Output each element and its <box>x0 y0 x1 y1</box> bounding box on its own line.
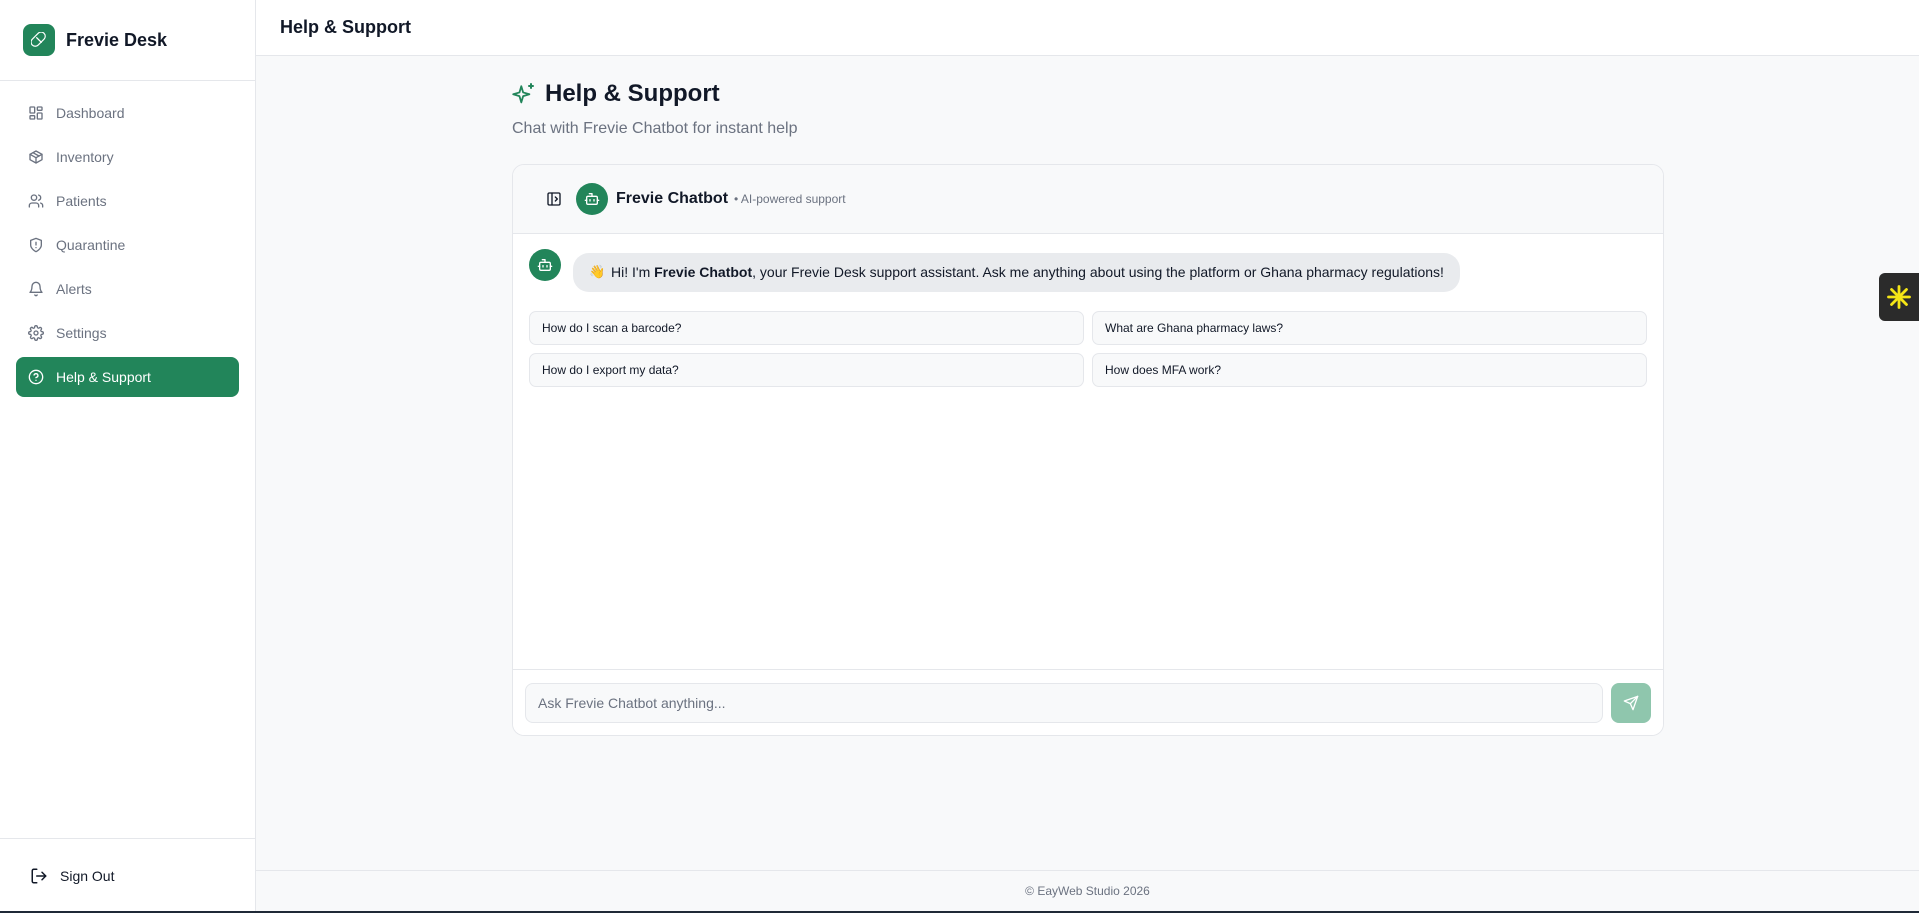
floating-widget-button[interactable] <box>1879 273 1919 321</box>
page-title: Help & Support <box>545 80 720 107</box>
log-out-icon <box>31 868 47 884</box>
message-text-start: Hi! I'm <box>611 264 655 280</box>
sidebar-nav: Dashboard Inventory Patients Quarantine … <box>0 81 255 413</box>
sidebar-item-settings[interactable]: Settings <box>16 313 239 353</box>
panel-toggle-icon[interactable] <box>545 190 563 208</box>
sidebar-item-quarantine[interactable]: Quarantine <box>16 225 239 265</box>
suggestion-button[interactable]: How do I export my data? <box>529 353 1084 387</box>
brand-name: Frevie Desk <box>66 29 168 50</box>
send-icon <box>1623 695 1639 710</box>
sign-out-button[interactable]: Sign Out <box>0 838 255 913</box>
footer-text: © EayWeb Studio 2026 <box>1025 884 1150 898</box>
sidebar: Frevie Desk Dashboard Inventory Patients… <box>0 0 256 913</box>
chat-header: Frevie Chatbot • AI-powered support <box>513 165 1663 234</box>
grid-icon <box>29 106 43 120</box>
pill-icon <box>23 24 55 56</box>
sidebar-item-inventory[interactable]: Inventory <box>16 137 239 177</box>
sidebar-item-label: Dashboard <box>56 105 125 121</box>
bot-message: 👋 Hi! I'm Frevie Chatbot , your Frevie D… <box>513 234 1663 292</box>
help-circle-icon <box>28 369 44 385</box>
message-bubble: 👋 Hi! I'm Frevie Chatbot , your Frevie D… <box>573 253 1460 292</box>
sidebar-item-label: Help & Support <box>56 369 151 385</box>
sign-out-label: Sign Out <box>60 868 115 884</box>
page-heading: Help & Support <box>512 80 1664 108</box>
bot-icon <box>584 193 600 205</box>
bot-avatar <box>529 249 561 281</box>
bell-icon <box>29 281 43 297</box>
sidebar-item-dashboard[interactable]: Dashboard <box>16 93 239 133</box>
suggestion-button[interactable]: How does MFA work? <box>1092 353 1647 387</box>
users-icon <box>28 194 44 208</box>
send-button[interactable] <box>1611 682 1651 723</box>
footer: © EayWeb Studio 2026 <box>256 870 1919 911</box>
sparkles-icon <box>512 83 534 104</box>
suggestion-button[interactable]: What are Ghana pharmacy laws? <box>1092 311 1647 345</box>
gear-icon <box>28 325 44 341</box>
main-content: Help & Support Chat with Frevie Chatbot … <box>512 80 1664 736</box>
shield-alert-icon <box>30 237 42 253</box>
brand[interactable]: Frevie Desk <box>0 0 255 81</box>
suggestion-button[interactable]: How do I scan a barcode? <box>529 311 1084 345</box>
package-icon <box>29 150 43 164</box>
sidebar-item-label: Patients <box>56 193 107 209</box>
suggestion-list: How do I scan a barcode? What are Ghana … <box>513 292 1663 387</box>
top-header: Help & Support <box>256 0 1919 56</box>
sidebar-item-patients[interactable]: Patients <box>16 181 239 221</box>
wave-emoji: 👋 <box>589 264 606 279</box>
bot-avatar <box>576 183 608 215</box>
message-text-end: , your Frevie Desk support assistant. As… <box>752 264 1444 280</box>
header-title: Help & Support <box>280 17 411 37</box>
page-subtitle: Chat with Frevie Chatbot for instant hel… <box>512 120 798 137</box>
asterisk-icon <box>1887 285 1911 309</box>
message-text-bold: Frevie Chatbot <box>654 264 753 280</box>
bot-icon <box>537 259 553 271</box>
chatbot-tagline: • AI-powered support <box>734 192 846 206</box>
chat-panel: Frevie Chatbot • AI-powered support 👋 Hi… <box>512 164 1664 736</box>
sidebar-item-label: Settings <box>56 325 107 341</box>
sidebar-item-help-support[interactable]: Help & Support <box>16 357 239 397</box>
chatbot-name: Frevie Chatbot <box>616 190 729 207</box>
sidebar-item-label: Alerts <box>56 281 92 297</box>
sidebar-item-alerts[interactable]: Alerts <box>16 269 239 309</box>
chat-input[interactable] <box>525 682 1603 723</box>
chat-composer <box>513 669 1663 735</box>
sidebar-item-label: Quarantine <box>56 237 126 253</box>
sidebar-item-label: Inventory <box>56 149 114 165</box>
